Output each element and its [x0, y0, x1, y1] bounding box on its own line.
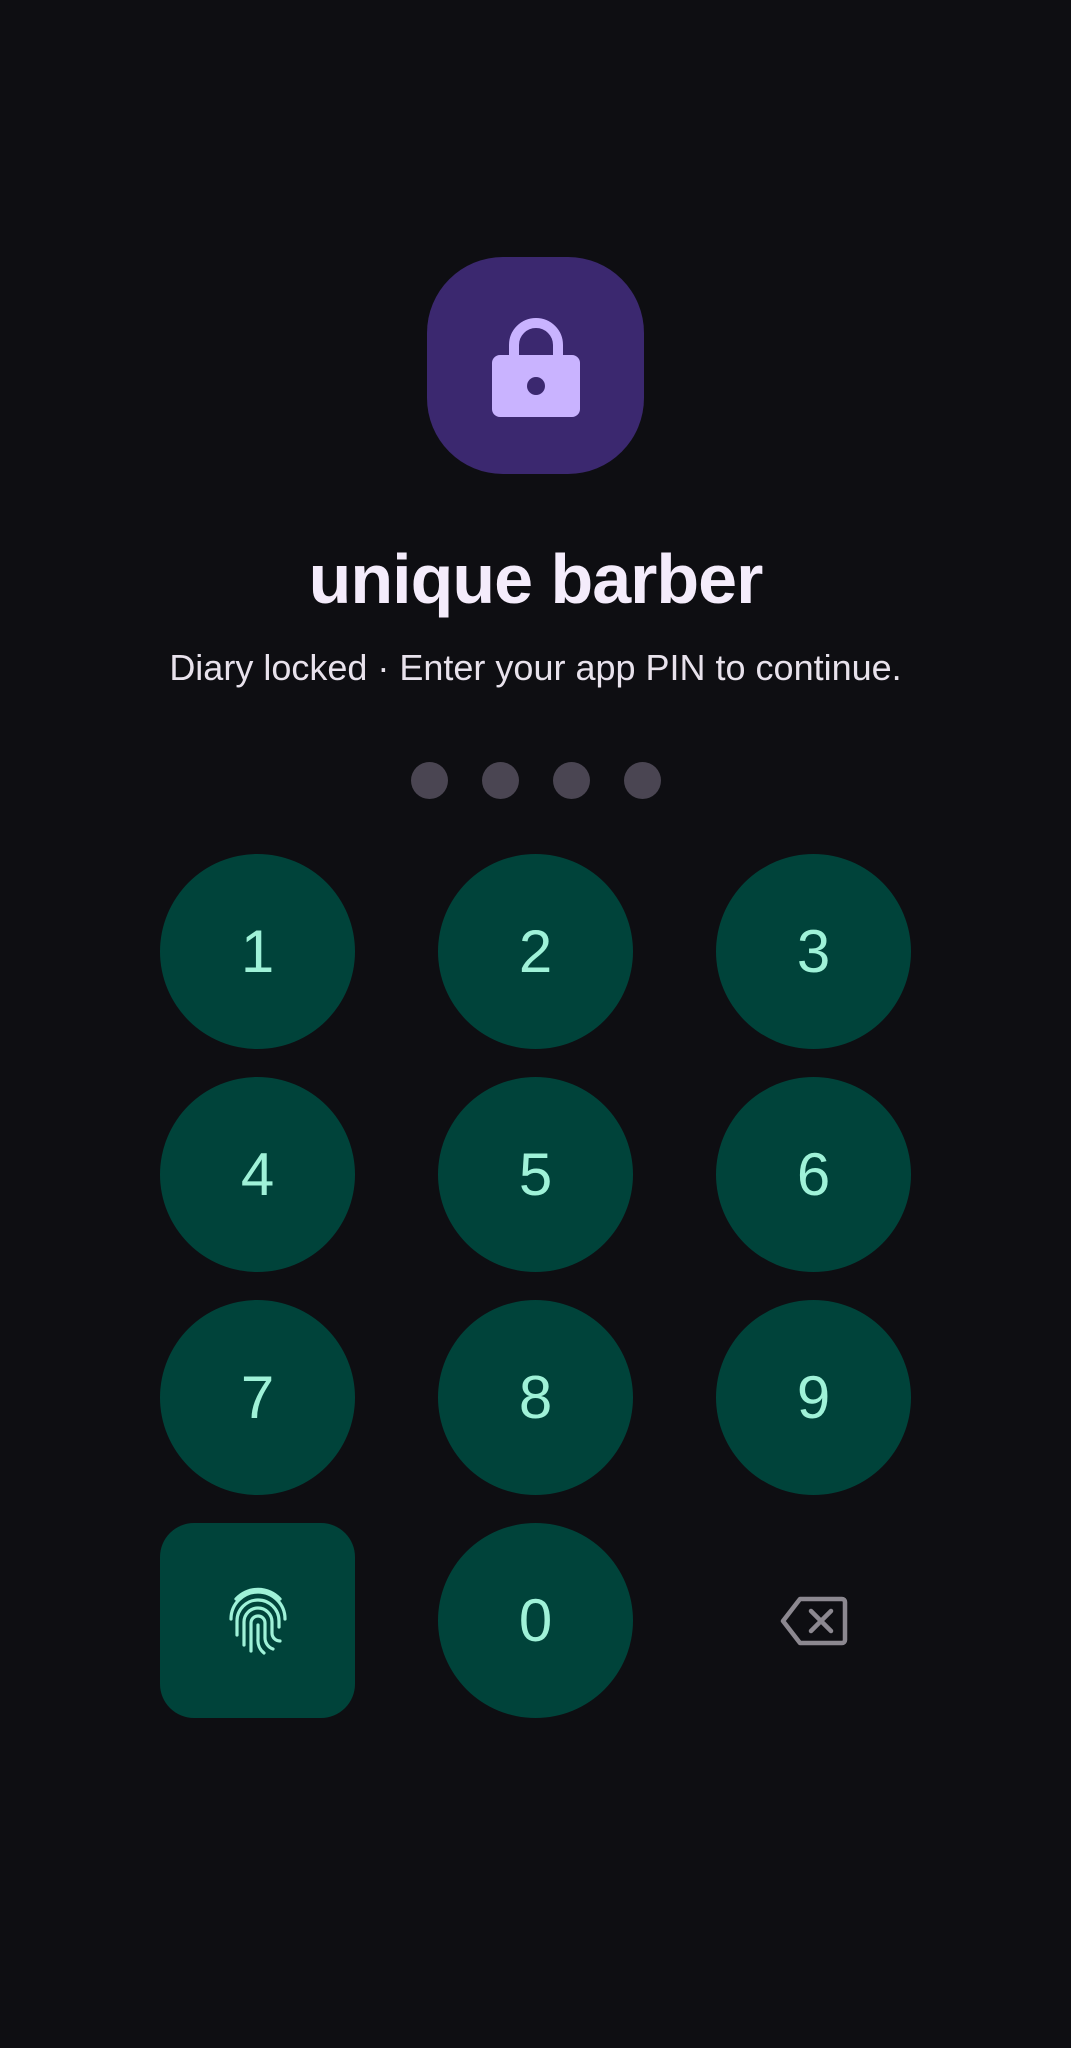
key-label: 2: [518, 918, 553, 985]
key-label: 6: [796, 1141, 831, 1208]
pin-dot: [411, 762, 448, 799]
key-4[interactable]: 4: [160, 1077, 355, 1272]
pin-indicator: [411, 762, 661, 800]
lock-badge: [427, 257, 644, 474]
app-title: unique barber: [308, 540, 764, 618]
key-label: 9: [796, 1364, 831, 1431]
key-8[interactable]: 8: [438, 1300, 633, 1495]
key-label: 5: [518, 1141, 553, 1208]
fingerprint-button[interactable]: [160, 1523, 355, 1718]
pin-dot: [624, 762, 661, 799]
key-9[interactable]: 9: [716, 1300, 911, 1495]
key-label: 4: [240, 1141, 275, 1208]
pin-dot: [553, 762, 590, 799]
key-label: 0: [518, 1587, 553, 1654]
key-3[interactable]: 3: [716, 854, 911, 1049]
pin-dot: [482, 762, 519, 799]
pin-keypad: 1 2 3 4 5 6 7 8 9 0: [160, 854, 911, 1718]
lock-icon: [491, 317, 580, 417]
backspace-button[interactable]: [716, 1523, 911, 1718]
key-label: 1: [240, 918, 275, 985]
key-7[interactable]: 7: [160, 1300, 355, 1495]
key-label: 7: [240, 1364, 275, 1431]
key-6[interactable]: 6: [716, 1077, 911, 1272]
key-2[interactable]: 2: [438, 854, 633, 1049]
backspace-icon: [780, 1596, 847, 1645]
key-label: 3: [796, 918, 831, 985]
key-label: 8: [518, 1364, 553, 1431]
fingerprint-icon: [228, 1587, 287, 1655]
key-5[interactable]: 5: [438, 1077, 633, 1272]
key-0[interactable]: 0: [438, 1523, 633, 1718]
lock-subtitle: Diary locked · Enter your app PIN to con…: [169, 647, 902, 688]
pin-lock-screen: unique barber Diary locked · Enter your …: [0, 0, 1071, 2048]
key-1[interactable]: 1: [160, 854, 355, 1049]
